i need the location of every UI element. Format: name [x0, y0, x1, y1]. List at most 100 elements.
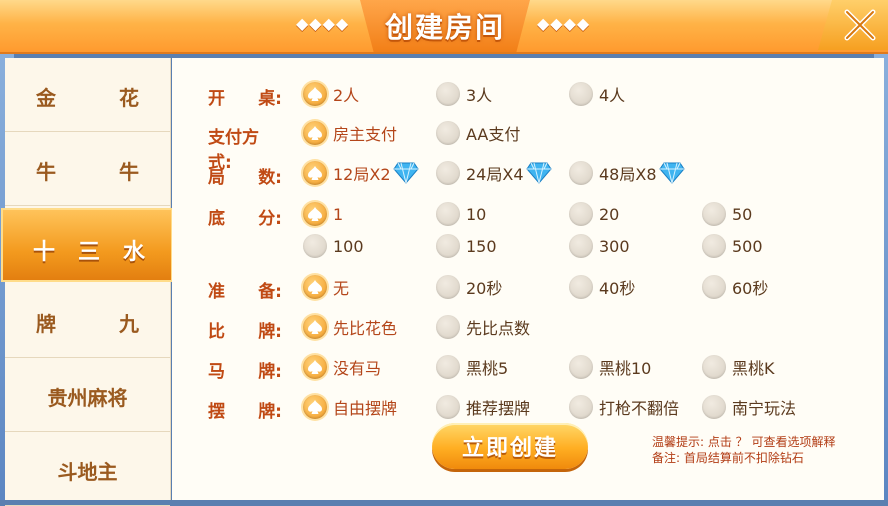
option-label: 黑桃5 [466, 359, 509, 378]
option-table-3[interactable]: 3人 [436, 80, 492, 108]
option-horse-spade10[interactable]: 黑桃10 [569, 353, 651, 381]
option-base-1[interactable]: 1 [303, 200, 343, 228]
tab-label: 贵州麻将 [47, 386, 128, 410]
radio-icon [436, 202, 460, 226]
option-ready-20s[interactable]: 20秒 [436, 273, 502, 301]
tab-jinhua[interactable]: 金 花 [5, 58, 170, 132]
option-label: 房主支付 [333, 125, 398, 144]
option-arrange-recommend[interactable]: 推荐摆牌 [436, 393, 530, 421]
game-type-sidebar: 金 花 牛 牛 十 三 水 牌 九 贵州麻将 斗地主 [1, 58, 173, 506]
option-base-20[interactable]: 20 [569, 200, 619, 228]
close-button[interactable] [818, 0, 888, 50]
radio-selected-icon [303, 82, 327, 106]
tab-guizhou-mahjong[interactable]: 贵州麻将 [5, 358, 170, 432]
tab-shisanshui[interactable]: 十 三 水 [1, 208, 173, 282]
option-compare-suit[interactable]: 先比花色 [303, 313, 397, 341]
tips-line-1: 温馨提示: 点击 ？ 可查看选项解释 [652, 435, 836, 449]
option-label: 20 [599, 204, 620, 224]
title-decoration-left: ◆◆◆◆ [296, 14, 350, 33]
option-compare-points[interactable]: 先比点数 [436, 313, 530, 341]
tips-text: 温馨提示: 点击 ？ 可查看选项解释 备注: 首局结算前不扣除钻石 [652, 434, 836, 466]
diamond-icon [525, 162, 552, 184]
option-rounds-12[interactable]: 12局X2 [303, 159, 419, 187]
option-label: 300 [599, 236, 630, 256]
radio-icon [569, 355, 593, 379]
option-table-2[interactable]: 2人 [303, 80, 359, 108]
radio-icon [436, 275, 460, 299]
option-ready-40s[interactable]: 40秒 [569, 273, 635, 301]
create-room-button[interactable]: 立即创建 [432, 423, 588, 469]
radio-selected-icon [303, 395, 327, 419]
option-label: 24局X4 [466, 165, 524, 184]
option-horse-spade5[interactable]: 黑桃5 [436, 353, 508, 381]
option-label: 先比花色 [333, 319, 398, 338]
option-label: 10 [466, 204, 487, 224]
option-label: 40秒 [599, 279, 636, 298]
tab-label-part: 水 [122, 240, 145, 265]
option-base-150[interactable]: 150 [436, 232, 497, 260]
option-label: 3人 [466, 86, 493, 105]
radio-icon [569, 82, 593, 106]
option-table-4[interactable]: 4人 [569, 80, 625, 108]
tab-niuniu[interactable]: 牛 牛 [5, 132, 170, 206]
label-part: 牌: [258, 402, 282, 422]
option-horse-none[interactable]: 没有马 [303, 353, 381, 381]
tips-line-2: 备注: 首局结算前不扣除钻石 [652, 451, 804, 465]
tab-label-part: 九 [119, 312, 139, 336]
option-label: 1 [333, 204, 344, 224]
tab-label-part: 三 [77, 240, 100, 265]
radio-icon [702, 355, 726, 379]
option-base-100[interactable]: 100 [303, 232, 364, 260]
option-label: 500 [732, 236, 763, 256]
tab-label-part: 牛 [119, 160, 139, 184]
radio-icon [436, 161, 460, 185]
radio-selected-icon [303, 355, 327, 379]
option-payment-owner[interactable]: 房主支付 [303, 119, 397, 147]
option-label: 黑桃K [732, 359, 775, 378]
radio-icon [569, 161, 593, 185]
radio-icon [436, 315, 460, 339]
option-ready-none[interactable]: 无 [303, 273, 349, 301]
option-base-500[interactable]: 500 [702, 232, 763, 260]
option-label: 48局X8 [599, 165, 657, 184]
option-rounds-24[interactable]: 24局X4 [436, 159, 552, 187]
row-label-horse: 马 牌: [208, 357, 282, 382]
row-label-arrange: 摆 牌: [208, 397, 282, 422]
radio-icon [569, 275, 593, 299]
option-label: 先比点数 [466, 319, 531, 338]
option-arrange-gun-no-double[interactable]: 打枪不翻倍 [569, 393, 679, 421]
radio-icon [569, 202, 593, 226]
diamond-icon [658, 162, 685, 184]
close-icon [844, 9, 876, 41]
row-label-table: 开 桌: [208, 84, 282, 109]
options-panel: 开 桌: 2人 3人 4人 支付方式: 房主支付 AA支付 局 数: 12局X2… [172, 58, 884, 500]
label-part: 牌: [258, 362, 282, 382]
option-base-50[interactable]: 50 [702, 200, 752, 228]
option-label: 自由摆牌 [333, 399, 398, 418]
label-part: 开 [208, 89, 225, 109]
title-decoration-right: ◆◆◆◆ [537, 14, 591, 33]
radio-icon [436, 395, 460, 419]
radio-selected-icon [303, 275, 327, 299]
radio-selected-icon [303, 121, 327, 145]
label-part: 备: [258, 282, 282, 302]
radio-selected-icon [303, 202, 327, 226]
option-payment-aa[interactable]: AA支付 [436, 119, 520, 147]
tab-label-part: 花 [119, 86, 139, 110]
option-base-300[interactable]: 300 [569, 232, 630, 260]
option-ready-60s[interactable]: 60秒 [702, 273, 768, 301]
radio-selected-icon [303, 315, 327, 339]
create-room-label: 立即创建 [461, 436, 558, 461]
option-arrange-free[interactable]: 自由摆牌 [303, 393, 397, 421]
option-base-10[interactable]: 10 [436, 200, 486, 228]
tab-paijiu[interactable]: 牌 九 [5, 284, 170, 358]
option-rounds-48[interactable]: 48局X8 [569, 159, 685, 187]
option-label: 无 [333, 279, 350, 298]
tab-doudizhu[interactable]: 斗地主 [5, 432, 170, 506]
row-label-ready: 准 备: [208, 277, 282, 302]
option-arrange-nanning[interactable]: 南宁玩法 [702, 393, 796, 421]
option-horse-spadek[interactable]: 黑桃K [702, 353, 775, 381]
diamond-icon [392, 162, 419, 184]
radio-icon [702, 234, 726, 258]
option-label: 黑桃10 [599, 359, 652, 378]
